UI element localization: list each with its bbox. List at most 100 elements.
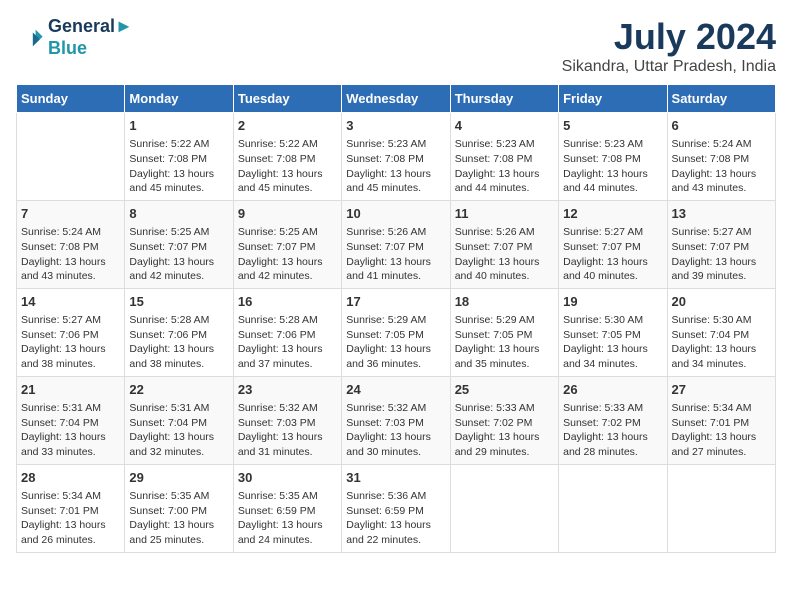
- day-content: Sunrise: 5:34 AMSunset: 7:01 PMDaylight:…: [21, 489, 120, 548]
- week-row-3: 14Sunrise: 5:27 AMSunset: 7:06 PMDayligh…: [17, 288, 776, 376]
- day-number: 23: [238, 381, 337, 399]
- calendar-header: SundayMondayTuesdayWednesdayThursdayFrid…: [17, 85, 776, 113]
- day-cell: [17, 113, 125, 201]
- calendar-body: 1 Sunrise: 5:22 AMSunset: 7:08 PMDaylight…: [17, 113, 776, 553]
- day-content: Sunrise: 5:26 AMSunset: 7:07 PMDaylight:…: [455, 225, 554, 284]
- logo-icon: [16, 24, 44, 52]
- day-cell: 11 Sunrise: 5:26 AMSunset: 7:07 PMDayligh…: [450, 200, 558, 288]
- header-cell-tuesday: Tuesday: [233, 85, 341, 113]
- day-cell: 7Sunrise: 5:24 AMSunset: 7:08 PMDaylight…: [17, 200, 125, 288]
- day-number: 15: [129, 293, 228, 311]
- day-content: Sunrise: 5:32 AMSunset: 7:03 PMDaylight:…: [238, 401, 337, 460]
- day-content: Sunrise: 5:25 AMSunset: 7:07 PMDaylight:…: [238, 225, 337, 284]
- day-number: 29: [129, 469, 228, 487]
- day-number: 28: [21, 469, 120, 487]
- day-number: 12: [563, 205, 662, 223]
- day-cell: 12 Sunrise: 5:27 AMSunset: 7:07 PMDayligh…: [559, 200, 667, 288]
- day-number: 21: [21, 381, 120, 399]
- day-content: Sunrise: 5:24 AMSunset: 7:08 PMDaylight:…: [672, 137, 771, 196]
- header-cell-wednesday: Wednesday: [342, 85, 450, 113]
- page-header: General► Blue July 2024 Sikandra, Uttar …: [16, 16, 776, 76]
- day-content: Sunrise: 5:27 AMSunset: 7:07 PMDaylight:…: [563, 225, 662, 284]
- day-number: 30: [238, 469, 337, 487]
- day-number: 10: [346, 205, 445, 223]
- day-content: Sunrise: 5:23 AMSunset: 7:08 PMDaylight:…: [455, 137, 554, 196]
- header-cell-thursday: Thursday: [450, 85, 558, 113]
- day-content: Sunrise: 5:27 AMSunset: 7:06 PMDaylight:…: [21, 313, 120, 372]
- day-number: 2: [238, 117, 337, 135]
- day-content: Sunrise: 5:34 AMSunset: 7:01 PMDaylight:…: [672, 401, 771, 460]
- header-cell-friday: Friday: [559, 85, 667, 113]
- day-content: Sunrise: 5:35 AMSunset: 6:59 PMDaylight:…: [238, 489, 337, 548]
- day-content: Sunrise: 5:31 AMSunset: 7:04 PMDaylight:…: [129, 401, 228, 460]
- day-content: Sunrise: 5:29 AMSunset: 7:05 PMDaylight:…: [346, 313, 445, 372]
- day-content: Sunrise: 5:33 AMSunset: 7:02 PMDaylight:…: [455, 401, 554, 460]
- day-number: 16: [238, 293, 337, 311]
- day-content: Sunrise: 5:29 AMSunset: 7:05 PMDaylight:…: [455, 313, 554, 372]
- day-content: Sunrise: 5:23 AMSunset: 7:08 PMDaylight:…: [563, 137, 662, 196]
- day-number: 22: [129, 381, 228, 399]
- day-number: 7: [21, 205, 120, 223]
- week-row-4: 21 Sunrise: 5:31 AMSunset: 7:04 PMDayligh…: [17, 376, 776, 464]
- day-cell: 30 Sunrise: 5:35 AMSunset: 6:59 PMDayligh…: [233, 464, 341, 552]
- subtitle: Sikandra, Uttar Pradesh, India: [562, 58, 776, 76]
- day-number: 31: [346, 469, 445, 487]
- day-content: Sunrise: 5:22 AMSunset: 7:08 PMDaylight:…: [129, 137, 228, 196]
- day-cell: 29 Sunrise: 5:35 AMSunset: 7:00 PMDayligh…: [125, 464, 233, 552]
- day-number: 19: [563, 293, 662, 311]
- day-cell: 27 Sunrise: 5:34 AMSunset: 7:01 PMDayligh…: [667, 376, 775, 464]
- day-number: 5: [563, 117, 662, 135]
- day-content: Sunrise: 5:28 AMSunset: 7:06 PMDaylight:…: [129, 313, 228, 372]
- day-cell: 2 Sunrise: 5:22 AMSunset: 7:08 PMDaylight…: [233, 113, 341, 201]
- day-cell: 8 Sunrise: 5:25 AMSunset: 7:07 PMDaylight…: [125, 200, 233, 288]
- day-content: Sunrise: 5:30 AMSunset: 7:04 PMDaylight:…: [672, 313, 771, 372]
- day-number: 13: [672, 205, 771, 223]
- day-cell: 31 Sunrise: 5:36 AMSunset: 6:59 PMDayligh…: [342, 464, 450, 552]
- day-cell: 3Sunrise: 5:23 AMSunset: 7:08 PMDaylight…: [342, 113, 450, 201]
- day-cell: [559, 464, 667, 552]
- day-content: Sunrise: 5:22 AMSunset: 7:08 PMDaylight:…: [238, 137, 337, 196]
- day-number: 9: [238, 205, 337, 223]
- day-cell: 24 Sunrise: 5:32 AMSunset: 7:03 PMDayligh…: [342, 376, 450, 464]
- header-row: SundayMondayTuesdayWednesdayThursdayFrid…: [17, 85, 776, 113]
- day-number: 8: [129, 205, 228, 223]
- week-row-2: 7Sunrise: 5:24 AMSunset: 7:08 PMDaylight…: [17, 200, 776, 288]
- title-block: July 2024 Sikandra, Uttar Pradesh, India: [562, 16, 776, 76]
- day-number: 3: [346, 117, 445, 135]
- day-cell: 16 Sunrise: 5:28 AMSunset: 7:06 PMDayligh…: [233, 288, 341, 376]
- day-cell: 9 Sunrise: 5:25 AMSunset: 7:07 PMDaylight…: [233, 200, 341, 288]
- week-row-5: 28 Sunrise: 5:34 AMSunset: 7:01 PMDayligh…: [17, 464, 776, 552]
- day-content: Sunrise: 5:32 AMSunset: 7:03 PMDaylight:…: [346, 401, 445, 460]
- day-cell: 28 Sunrise: 5:34 AMSunset: 7:01 PMDayligh…: [17, 464, 125, 552]
- day-content: Sunrise: 5:33 AMSunset: 7:02 PMDaylight:…: [563, 401, 662, 460]
- day-number: 27: [672, 381, 771, 399]
- logo-text: General► Blue: [48, 16, 133, 59]
- day-cell: 22 Sunrise: 5:31 AMSunset: 7:04 PMDayligh…: [125, 376, 233, 464]
- day-cell: [667, 464, 775, 552]
- day-content: Sunrise: 5:35 AMSunset: 7:00 PMDaylight:…: [129, 489, 228, 548]
- day-number: 6: [672, 117, 771, 135]
- logo: General► Blue: [16, 16, 133, 59]
- day-content: Sunrise: 5:30 AMSunset: 7:05 PMDaylight:…: [563, 313, 662, 372]
- day-cell: 19 Sunrise: 5:30 AMSunset: 7:05 PMDayligh…: [559, 288, 667, 376]
- day-cell: 14Sunrise: 5:27 AMSunset: 7:06 PMDayligh…: [17, 288, 125, 376]
- day-cell: 4 Sunrise: 5:23 AMSunset: 7:08 PMDaylight…: [450, 113, 558, 201]
- day-cell: 20Sunrise: 5:30 AMSunset: 7:04 PMDayligh…: [667, 288, 775, 376]
- day-number: 1: [129, 117, 228, 135]
- header-cell-monday: Monday: [125, 85, 233, 113]
- day-content: Sunrise: 5:28 AMSunset: 7:06 PMDaylight:…: [238, 313, 337, 372]
- day-cell: [450, 464, 558, 552]
- day-cell: 23 Sunrise: 5:32 AMSunset: 7:03 PMDayligh…: [233, 376, 341, 464]
- day-number: 4: [455, 117, 554, 135]
- day-number: 26: [563, 381, 662, 399]
- day-content: Sunrise: 5:25 AMSunset: 7:07 PMDaylight:…: [129, 225, 228, 284]
- day-cell: 18Sunrise: 5:29 AMSunset: 7:05 PMDayligh…: [450, 288, 558, 376]
- day-number: 11: [455, 205, 554, 223]
- day-content: Sunrise: 5:27 AMSunset: 7:07 PMDaylight:…: [672, 225, 771, 284]
- header-cell-saturday: Saturday: [667, 85, 775, 113]
- day-cell: 21Sunrise: 5:31 AMSunset: 7:04 PMDayligh…: [17, 376, 125, 464]
- day-number: 24: [346, 381, 445, 399]
- day-content: Sunrise: 5:36 AMSunset: 6:59 PMDaylight:…: [346, 489, 445, 548]
- main-title: July 2024: [562, 16, 776, 58]
- day-cell: 13 Sunrise: 5:27 AMSunset: 7:07 PMDayligh…: [667, 200, 775, 288]
